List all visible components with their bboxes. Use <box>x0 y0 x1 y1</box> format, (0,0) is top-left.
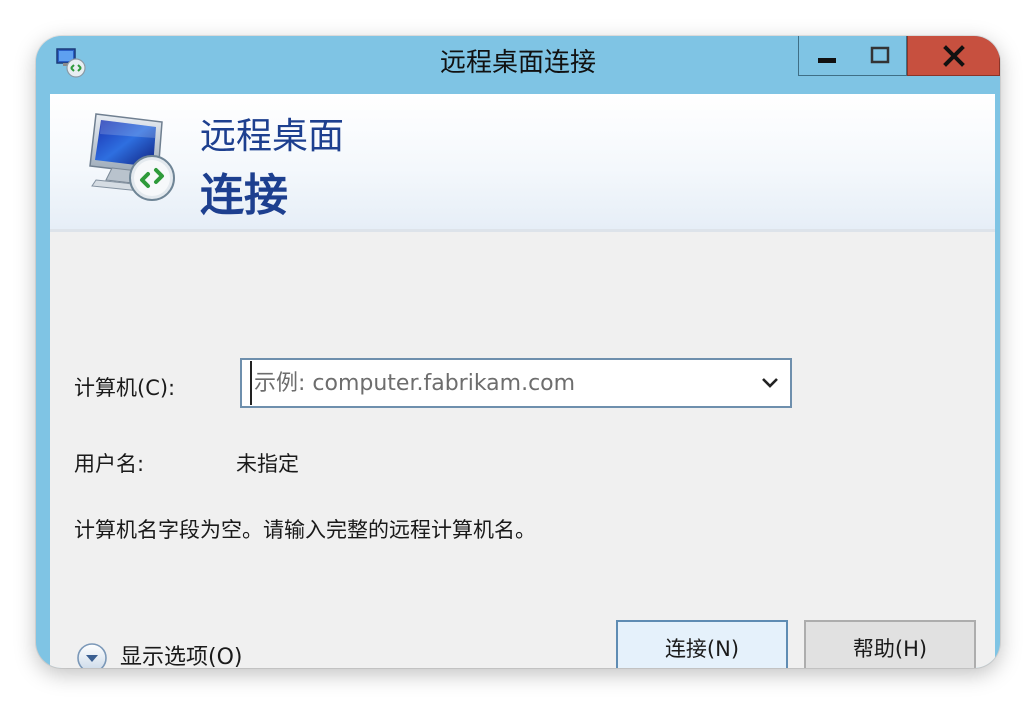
computer-combobox[interactable] <box>240 358 792 408</box>
expand-circle-icon[interactable] <box>76 642 108 668</box>
chevron-down-icon[interactable] <box>750 361 790 405</box>
minimize-icon <box>816 45 838 67</box>
dialog-body: 远程桌面 连接 计算机(C): 用户名: 未指定 计算机名字段为空。请输入完整的… <box>50 94 995 668</box>
remote-desktop-monitor-icon <box>82 108 182 208</box>
computer-label: 计算机(C): <box>74 376 176 400</box>
maximize-button[interactable] <box>854 36 907 76</box>
close-button[interactable] <box>907 36 1000 76</box>
connect-button[interactable]: 连接(N) <box>616 620 788 668</box>
username-value: 未指定 <box>236 452 299 476</box>
show-options-toggle[interactable]: 显示选项(O) <box>76 642 242 668</box>
close-icon <box>942 44 966 68</box>
banner-title: 远程桌面 <box>200 116 345 157</box>
banner-subtitle: 连接 <box>200 170 288 221</box>
minimize-button[interactable] <box>798 36 855 76</box>
header-banner: 远程桌面 连接 <box>50 94 995 232</box>
status-message: 计算机名字段为空。请输入完整的远程计算机名。 <box>74 518 536 542</box>
computer-input[interactable] <box>250 361 750 405</box>
help-button[interactable]: 帮助(H) <box>804 620 976 668</box>
maximize-icon <box>869 45 891 67</box>
username-label: 用户名: <box>74 452 145 476</box>
rdp-window: 远程桌面连接 远程桌面 连接 计算机(C): 示例: computer.fabr… <box>36 36 1000 668</box>
title-bar[interactable]: 远程桌面连接 <box>36 36 1000 94</box>
show-options-label[interactable]: 显示选项(O) <box>120 643 242 668</box>
